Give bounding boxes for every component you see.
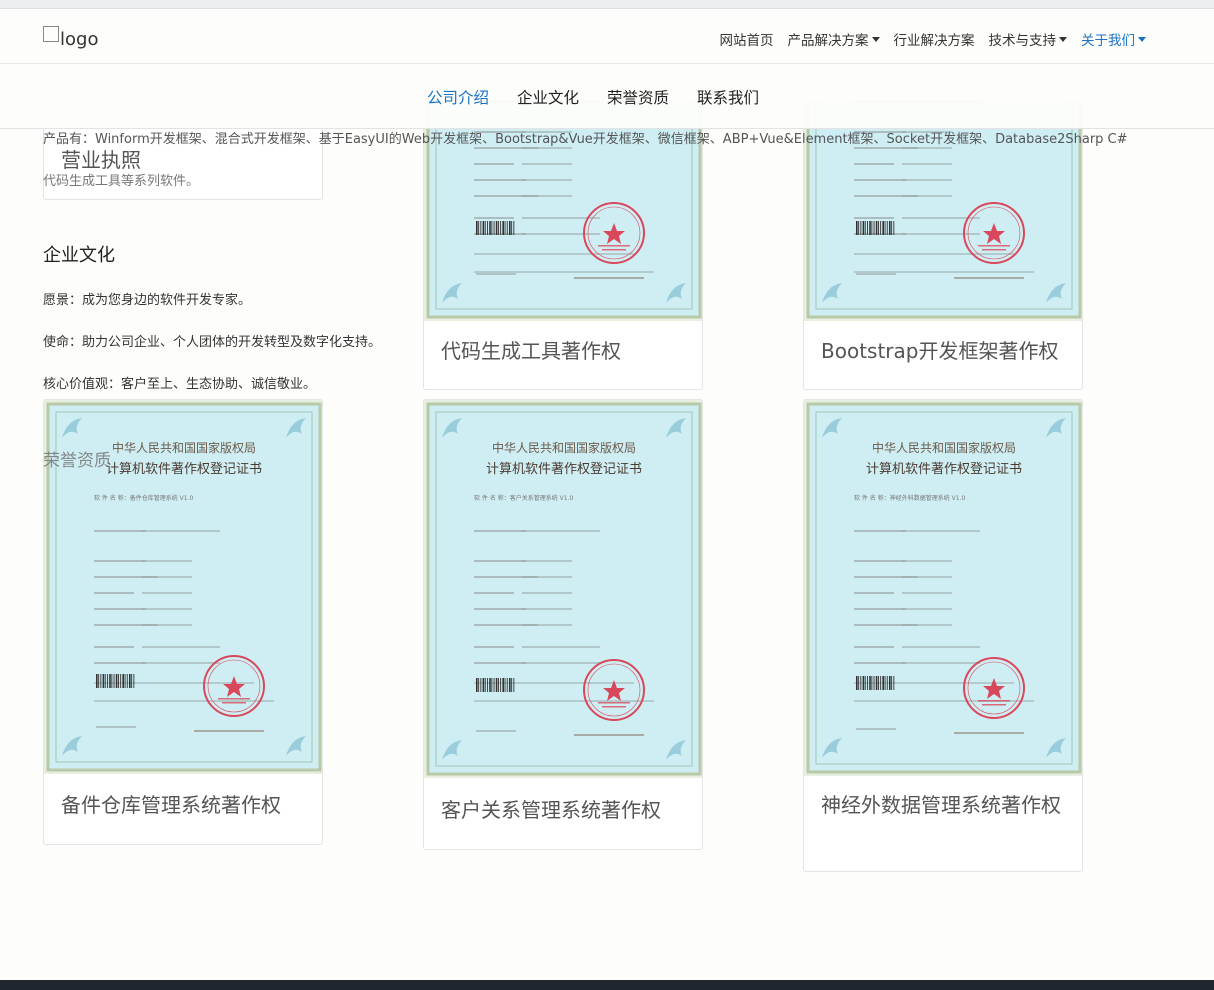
nav-item-label: 关于我们 [1081, 33, 1135, 49]
subnav-tab-1[interactable]: 企业文化 [517, 86, 579, 108]
certificate-caption: 客户关系管理系统著作权 [441, 798, 661, 822]
certificate-header: 中华人民共和国国家版权局 [872, 440, 1016, 455]
certificate-caption: Bootstrap开发框架著作权 [821, 339, 1059, 363]
os-taskbar [0, 980, 1214, 990]
nav-item-label: 网站首页 [719, 33, 774, 49]
culture-mission: 使命：助力公司企业、个人团体的开发转型及数字化支持。 [43, 335, 382, 350]
certificate-header: 中华人民共和国国家版权局 [112, 440, 256, 455]
certificate-caption: 备件仓库管理系统著作权 [61, 793, 281, 817]
caret-down-icon [871, 36, 880, 42]
products-description: 产品有：Winform开发框架、混合式开发框架、基于EasyUI的Web开发框架… [43, 132, 1128, 147]
certificate-subheader: 计算机软件著作权登记证书 [866, 461, 1022, 477]
certificate-caption: 代码生成工具著作权 [441, 339, 621, 363]
nav-item-1[interactable]: 产品解决方案 [788, 29, 880, 49]
certificate-subheader: 计算机软件著作权登记证书 [486, 461, 642, 477]
subnav-tab-2[interactable]: 荣誉资质 [607, 86, 669, 108]
nav-links: 网站首页 产品解决方案 行业解决方案 技术与支持 关于我们 [720, 29, 1146, 49]
nav-item-0[interactable]: 网站首页 [720, 29, 774, 49]
nav-item-4[interactable]: 关于我们 [1081, 29, 1146, 49]
caret-down-icon [1059, 36, 1067, 42]
nav-item-label: 行业解决方案 [893, 33, 975, 49]
culture-values: 核心价值观：客户至上、生态协助、诚信敬业。 [43, 377, 317, 392]
certificate-image: 中华人民共和国国家版权局计算机软件著作权登记证书软 件 名 称：神经外科数据管理… [804, 400, 1082, 776]
certificate-image: 中华人民共和国国家版权局计算机软件著作权登记证书软 件 名 称：客户关系管理系统… [424, 400, 702, 778]
products-description-tail: 代码生成工具等系列软件。 [43, 174, 200, 189]
certificate-caption: 神经外数据管理系统著作权 [821, 793, 1061, 817]
logo-text: logo [60, 29, 99, 50]
subnav-tab-0[interactable]: 公司介绍 [427, 86, 489, 108]
page-content: 营业执照 中华人民共和国国家版权局计算机软件著作权登记证书软 件 名 称：代码生… [0, 0, 1214, 990]
culture-vision: 愿景：成为您身边的软件开发专家。 [43, 293, 252, 308]
caret-down-icon [1138, 36, 1146, 42]
certificate-software-name: 软 件 名 称：神经外科数据管理系统 V1.0 [854, 494, 965, 502]
about-subnav: 公司介绍 企业文化 荣誉资质 联系我们 [0, 65, 1214, 129]
main-navbar: logo 网站首页 产品解决方案 行业解决方案 技术与支持 关于我们 [0, 10, 1214, 64]
certificate-software-name: 软 件 名 称：备件仓库管理系统 V1.0 [94, 494, 193, 502]
certificate-subheader: 计算机软件著作权登记证书 [106, 461, 262, 477]
subnav-tab-3[interactable]: 联系我们 [697, 86, 759, 108]
site-logo[interactable]: logo [43, 26, 98, 50]
nav-item-label: 产品解决方案 [787, 33, 869, 49]
nav-item-3[interactable]: 技术与支持 [988, 29, 1067, 49]
certificate-card[interactable]: 中华人民共和国国家版权局 计算机软件著作权登记证书软 件 名 称：客户关系管理系统… [423, 399, 703, 850]
certificate-header: 中华人民共和国国家版权局 [492, 440, 636, 455]
culture-title: 企业文化 [43, 245, 115, 266]
broken-image-icon [43, 26, 59, 42]
subnav-tabs: 公司介绍 企业文化 荣誉资质 联系我们 [427, 86, 759, 108]
certificate-card[interactable]: 中华人民共和国国家版权局 计算机软件著作权登记证书软 件 名 称：神经外科数据管理… [803, 399, 1083, 872]
honors-title: 荣誉资质 [43, 451, 111, 471]
certificate-software-name: 软 件 名 称：客户关系管理系统 V1.0 [474, 494, 573, 502]
nav-item-label: 技术与支持 [988, 33, 1057, 49]
nav-item-2[interactable]: 行业解决方案 [894, 29, 975, 49]
